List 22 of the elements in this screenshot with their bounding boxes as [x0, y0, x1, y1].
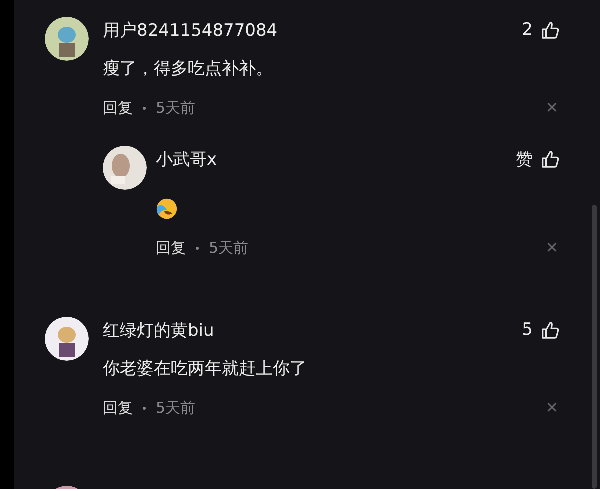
thumbs-up-icon [541, 150, 560, 168]
comment-text: 你老婆在吃两年就赶上你了 [103, 358, 308, 380]
reply-link[interactable]: 回复 [103, 98, 133, 118]
separator-dot [143, 406, 146, 410]
like-button[interactable]: 赞 [516, 148, 560, 170]
timestamp: 5天前 [156, 398, 196, 418]
user-name[interactable]: 小武哥x [156, 148, 218, 170]
reply-link[interactable]: 回复 [103, 398, 133, 418]
crying-face-icon [156, 198, 178, 220]
separator-dot [196, 246, 199, 250]
like-button[interactable]: 2 [522, 20, 560, 40]
separator-dot [143, 106, 146, 110]
thumbs-up-icon [541, 20, 560, 40]
timestamp: 5天前 [209, 238, 249, 258]
user-name[interactable]: 用户8241154877084 [103, 18, 278, 42]
reply-link[interactable]: 回复 [156, 238, 186, 258]
timestamp: 5天前 [156, 98, 196, 118]
comment-text: 瘦了，得多吃点补补。 [103, 58, 274, 80]
thumbs-up-icon [541, 320, 560, 340]
user-name[interactable]: 红绿灯的黄biu [103, 318, 214, 342]
scrollbar[interactable] [592, 205, 597, 489]
like-button[interactable]: 5 [522, 320, 560, 340]
